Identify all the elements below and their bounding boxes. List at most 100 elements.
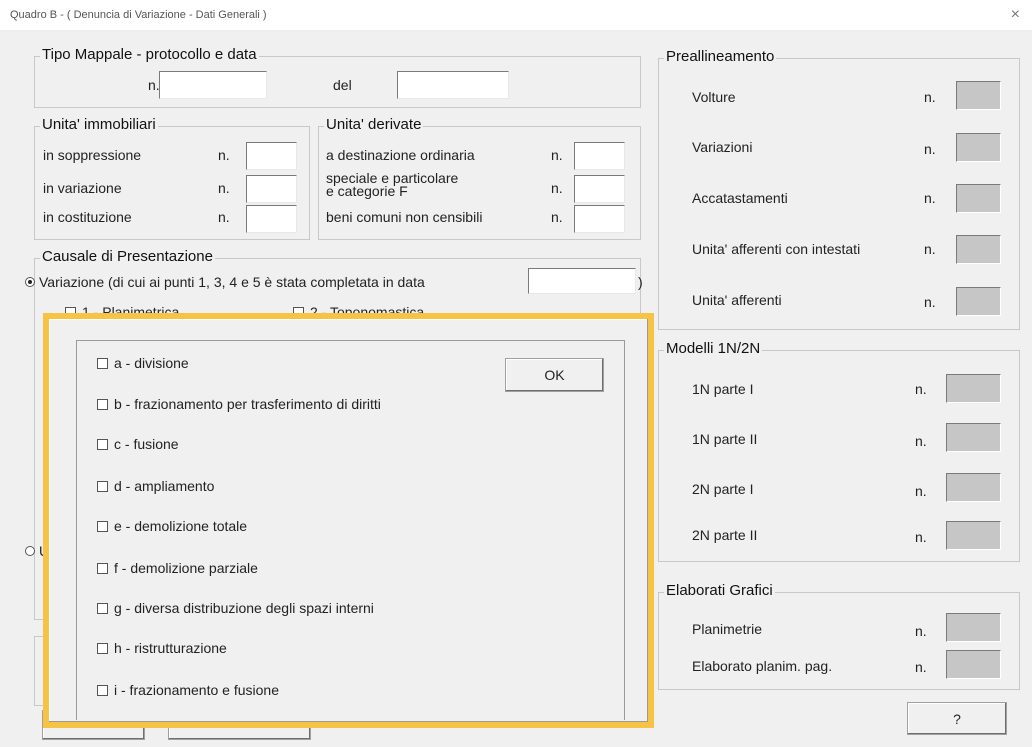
option-c[interactable]: c - fusione: [97, 436, 179, 452]
option-f[interactable]: f - demolizione parziale: [97, 560, 258, 576]
option-b-checkbox[interactable]: [97, 399, 108, 410]
speciale-particolare-input[interactable]: [574, 175, 625, 203]
volture-label: Volture: [692, 89, 736, 105]
help-button[interactable]: ?: [907, 702, 1007, 735]
title-bar: Quadro B - ( Denuncia di Variazione - Da…: [0, 0, 1032, 30]
window-title: Quadro B - ( Denuncia di Variazione - Da…: [10, 9, 267, 21]
variazione-date-input[interactable]: [528, 268, 636, 294]
modelli-1n-parte-ii-n-label: n.: [915, 433, 927, 449]
variazioni-field: [956, 133, 1001, 162]
elaborato-planim-n-label: n.: [915, 659, 927, 675]
afferenti-label: Unita' afferenti: [692, 292, 782, 308]
planimetrie-n-label: n.: [915, 623, 927, 639]
modelli-group: Modelli 1N/2N 1N parte I n. 1N parte II …: [658, 340, 1020, 562]
variazioni-label: Variazioni: [692, 139, 753, 155]
modelli-1n-parte-ii-field: [946, 423, 1001, 452]
option-e-label: e - demolizione totale: [114, 518, 248, 534]
beni-comuni-n-label: n.: [551, 209, 563, 225]
option-i[interactable]: i - frazionamento e fusione: [97, 682, 279, 698]
in-soppressione-n-label: n.: [218, 147, 230, 163]
planimetrie-label: Planimetrie: [692, 621, 763, 637]
beni-comuni-label: beni comuni non censibili: [326, 209, 483, 225]
afferenti-field: [956, 287, 1001, 316]
tipo-mappale-group: Tipo Mappale - protocollo e data n. del: [34, 46, 641, 108]
elaborati-group: Elaborati Grafici Planimetrie n. Elabora…: [658, 582, 1020, 690]
second-radio-row[interactable]: U: [25, 543, 49, 559]
option-g-label: g - diversa distribuzione degli spazi in…: [114, 600, 374, 616]
variazione-radio-label: Variazione (di cui ai punti 1, 3, 4 e 5 …: [39, 274, 425, 290]
option-c-label: c - fusione: [114, 436, 179, 452]
option-b-label: b - frazionamento per trasferimento di d…: [114, 396, 381, 412]
in-soppressione-input[interactable]: [246, 142, 297, 170]
option-e[interactable]: e - demolizione totale: [97, 518, 247, 534]
popup-options-frame: a - divisione b - frazionamento per tras…: [76, 340, 625, 720]
volture-n-label: n.: [924, 89, 936, 105]
planimetrica-checkbox[interactable]: [65, 307, 76, 318]
planimetrie-field: [946, 613, 1001, 642]
preallineamento-legend: Preallineamento: [664, 48, 777, 65]
speciale-particolare-label: speciale e particolare e categorie F: [326, 171, 458, 199]
option-e-checkbox[interactable]: [97, 521, 108, 532]
option-g[interactable]: g - diversa distribuzione degli spazi in…: [97, 600, 374, 616]
elaborato-planim-field: [946, 650, 1001, 679]
unita-immobiliari-legend: Unita' immobiliari: [40, 116, 158, 133]
option-h-label: h - ristrutturazione: [114, 640, 227, 656]
in-variazione-n-label: n.: [218, 180, 230, 196]
elaborati-legend: Elaborati Grafici: [664, 582, 775, 599]
variazione-radio-row[interactable]: Variazione (di cui ai punti 1, 3, 4 e 5 …: [25, 274, 425, 290]
main-window: Quadro B - ( Denuncia di Variazione - Da…: [0, 0, 1032, 747]
option-f-checkbox[interactable]: [97, 563, 108, 574]
in-variazione-input[interactable]: [246, 175, 297, 203]
volture-field: [956, 81, 1001, 110]
protocollo-input[interactable]: [159, 71, 267, 99]
in-variazione-label: in variazione: [43, 180, 122, 196]
unita-derivate-legend: Unita' derivate: [324, 116, 424, 133]
causale-legend: Causale di Presentazione: [40, 248, 215, 265]
modelli-2n-parte-i-field: [946, 473, 1001, 502]
option-d[interactable]: d - ampliamento: [97, 478, 214, 494]
tipo-mappale-n-label: n.: [148, 77, 160, 93]
accatastamenti-n-label: n.: [924, 190, 936, 206]
option-g-checkbox[interactable]: [97, 603, 108, 614]
in-soppressione-label: in soppressione: [43, 147, 142, 163]
option-c-checkbox[interactable]: [97, 439, 108, 450]
modelli-2n-parte-ii-field: [946, 521, 1001, 550]
elaborato-planim-label: Elaborato planim. pag.: [692, 658, 833, 674]
destinazione-ordinaria-input[interactable]: [574, 142, 625, 170]
option-a-checkbox[interactable]: [97, 358, 108, 369]
toponomastica-checkbox[interactable]: [293, 307, 304, 318]
second-radio[interactable]: [25, 546, 35, 556]
variazione-paren: ): [638, 274, 643, 290]
speciale-particolare-line2: e categorie F: [326, 183, 408, 199]
option-h[interactable]: h - ristrutturazione: [97, 640, 227, 656]
afferenti-intestati-field: [956, 235, 1001, 264]
option-d-label: d - ampliamento: [114, 478, 215, 494]
option-h-checkbox[interactable]: [97, 643, 108, 654]
option-i-checkbox[interactable]: [97, 685, 108, 696]
modifica-options-popup: a - divisione b - frazionamento per tras…: [48, 318, 648, 722]
afferenti-n-label: n.: [924, 294, 936, 310]
tipo-mappale-del-label: del: [333, 77, 352, 93]
option-b[interactable]: b - frazionamento per trasferimento di d…: [97, 396, 381, 412]
in-costituzione-input[interactable]: [246, 205, 297, 233]
destinazione-ordinaria-label: a destinazione ordinaria: [326, 147, 475, 163]
modelli-2n-parte-i-label: 2N parte I: [692, 481, 754, 497]
modelli-1n-parte-i-field: [946, 374, 1001, 403]
afferenti-intestati-label: Unita' afferenti con intestati: [692, 241, 861, 257]
option-a[interactable]: a - divisione: [97, 355, 189, 371]
ok-button[interactable]: OK: [505, 358, 604, 392]
accatastamenti-field: [956, 184, 1001, 213]
close-icon[interactable]: ×: [1011, 6, 1020, 24]
modelli-1n-parte-i-n-label: n.: [915, 381, 927, 397]
option-i-label: i - frazionamento e fusione: [114, 682, 279, 698]
preallineamento-group: Preallineamento Volture n. Variazioni n.…: [658, 48, 1020, 330]
beni-comuni-input[interactable]: [574, 205, 625, 233]
modelli-2n-parte-i-n-label: n.: [915, 483, 927, 499]
modelli-1n-parte-ii-label: 1N parte II: [692, 431, 758, 447]
option-f-label: f - demolizione parziale: [114, 560, 258, 576]
accatastamenti-label: Accatastamenti: [692, 190, 788, 206]
variazione-radio[interactable]: [25, 277, 35, 287]
tipo-mappale-legend: Tipo Mappale - protocollo e data: [40, 46, 259, 63]
option-d-checkbox[interactable]: [97, 481, 108, 492]
data-input[interactable]: [397, 71, 509, 99]
